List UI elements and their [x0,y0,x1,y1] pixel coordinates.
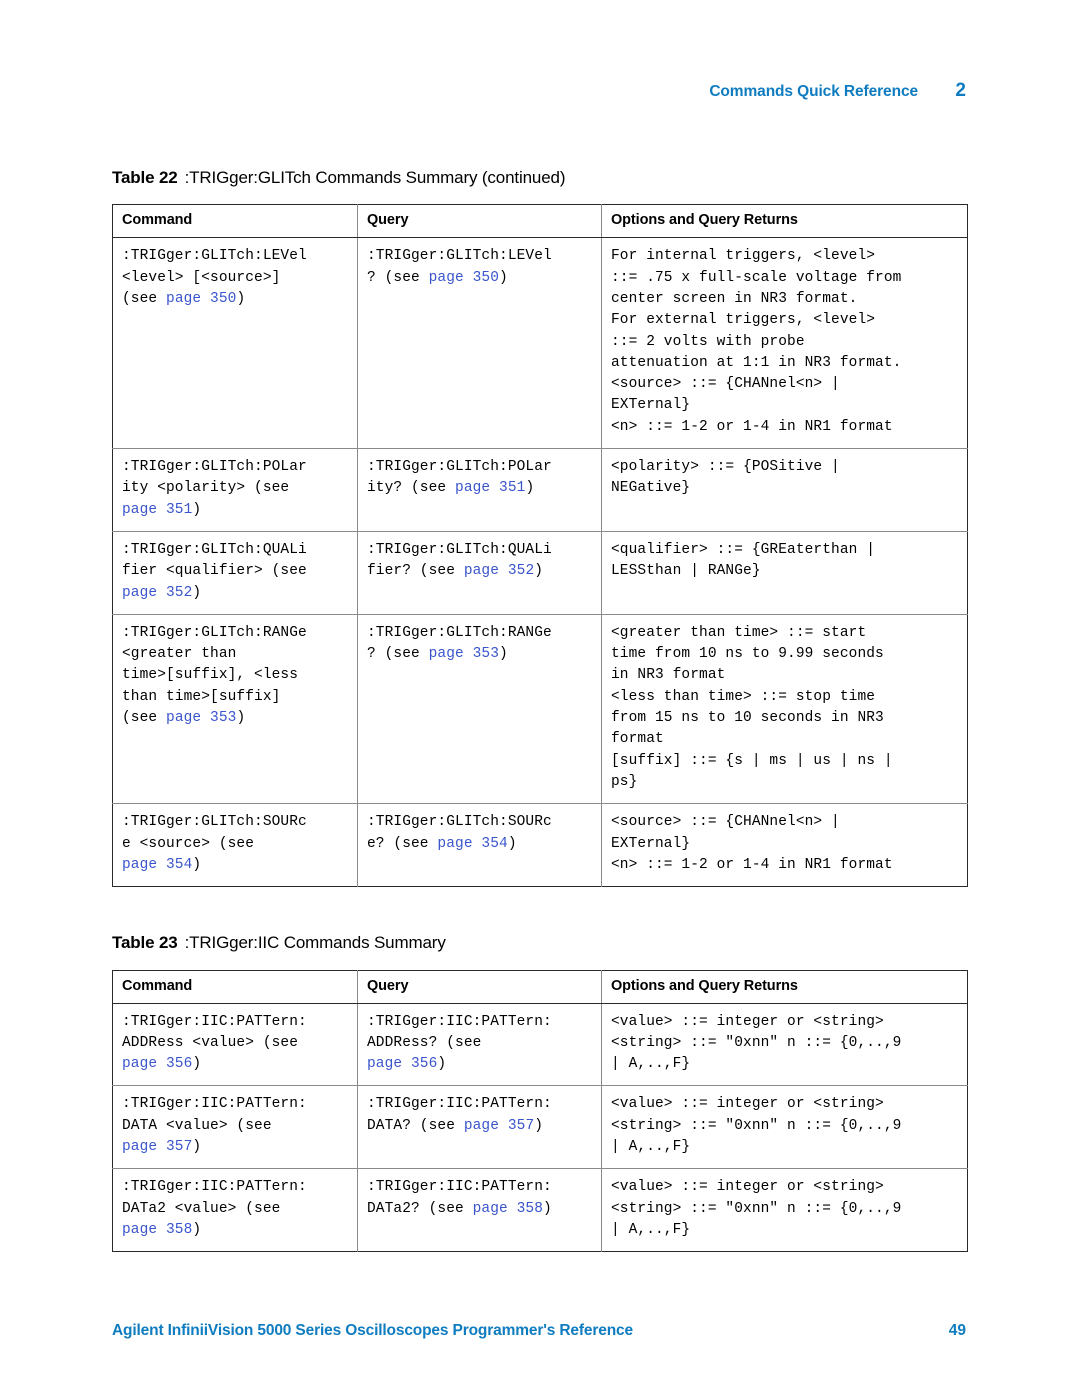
cell-command: :TRIGger:GLITch:POLar ity <polarity> (se… [112,448,358,532]
column-header-command: Command [112,204,358,239]
table-body: :TRIGger:IIC:PATTern: ADDRess <value> (s… [112,1003,968,1252]
cell-options: <qualifier> ::= {GREaterthan | LESSthan … [601,531,968,615]
page-link[interactable]: page 356 [122,1056,192,1072]
cell-options: <value> ::= integer or <string> <string>… [601,1003,968,1087]
page-link[interactable]: page 357 [122,1139,192,1155]
table-header-row: Command Query Options and Query Returns [112,204,968,239]
cell-command: :TRIGger:IIC:PATTern: ADDRess <value> (s… [112,1003,358,1087]
running-footer-title: Agilent InfiniiVision 5000 Series Oscill… [112,1322,633,1339]
table-caption: Table 23 :TRIGger:IIC Commands Summary [112,933,967,953]
trigger-glitch-commands-table: Command Query Options and Query Returns … [112,204,968,888]
page-link[interactable]: page 358 [473,1201,543,1217]
page-link[interactable]: page 352 [122,585,192,601]
table-body: :TRIGger:GLITch:LEVel <level> [<source>]… [112,237,968,887]
cell-command: :TRIGger:GLITch:SOURc e <source> (see pa… [112,803,358,887]
cell-options: <value> ::= integer or <string> <string>… [601,1085,968,1170]
cell-options: <source> ::= {CHANnel<n> | EXTernal} <n>… [611,814,893,873]
table-row: :TRIGger:GLITch:SOURc e <source> (see pa… [112,803,968,887]
table-row: :TRIGger:GLITch:LEVel <level> [<source>]… [112,237,968,450]
table-caption-text: :TRIGger:IIC Commands Summary [184,933,446,953]
table-row: :TRIGger:GLITch:POLar ity <polarity> (se… [112,448,968,532]
table-header-row: Command Query Options and Query Returns [112,970,968,1004]
document-page: Commands Quick Reference 2 Table 22 :TRIG… [0,0,1080,1397]
running-header: Commands Quick Reference 2 [112,80,966,102]
cell-options: For internal triggers, <level> ::= .75 x… [601,237,968,450]
page-link[interactable]: page 350 [429,270,499,286]
cell-query: :TRIGger:GLITch:RANGe ? (see page 353) [357,614,602,805]
table-caption: Table 22 :TRIGger:GLITch Commands Summary… [112,168,967,188]
page-link[interactable]: page 350 [166,291,236,307]
cell-options: <polarity> ::= {POSitive | NEGative} [601,448,968,532]
cell-query: :TRIGger:GLITch:LEVel ? (see page 350) [357,237,602,450]
cell-query: :TRIGger:GLITch:POLar ity? (see page 351… [357,448,602,532]
page-link[interactable]: page 358 [122,1222,192,1238]
cell-query: :TRIGger:IIC:PATTern: DATa2? (see page 3… [357,1168,602,1252]
page-link[interactable]: page 354 [122,857,192,873]
page-link[interactable]: page 357 [464,1118,534,1134]
cell-options: <greater than time> ::= start time from … [601,614,968,805]
page-link[interactable]: page 351 [455,480,525,496]
running-footer-page-number: 49 [948,1322,966,1339]
cell-query: :TRIGger:GLITch:QUALi fier? (see page 35… [357,531,602,615]
page-content: Table 22 :TRIGger:GLITch Commands Summary… [112,168,968,1253]
page-link[interactable]: page 352 [464,563,534,579]
column-header-options: Options and Query Returns [601,970,968,1004]
table-row: :TRIGger:GLITch:RANGe <greater than time… [112,614,968,805]
cell-query: :TRIGger:IIC:PATTern: DATA? (see page 35… [357,1085,602,1170]
column-header-command: Command [112,970,358,1004]
cell-command: :TRIGger:GLITch:LEVel <level> [<source>]… [112,237,358,450]
running-header-chapter-number: 2 [955,80,966,101]
page-link[interactable]: page 353 [166,710,236,726]
cell-command: :TRIGger:IIC:PATTern: DATa2 <value> (see… [112,1168,358,1252]
running-header-title: Commands Quick Reference [709,83,918,100]
trigger-iic-commands-table: Command Query Options and Query Returns … [112,969,968,1253]
cell-command: :TRIGger:GLITch:RANGe <greater than time… [112,614,358,805]
table-caption-label: Table 23 [112,933,178,953]
table-row: :TRIGger:GLITch:QUALi fier <qualifier> (… [112,531,968,615]
table-caption-label: Table 22 [112,168,178,187]
cell-command: :TRIGger:GLITch:QUALi fier <qualifier> (… [112,531,358,615]
page-link[interactable]: page 353 [429,646,499,662]
table-spacer [112,887,967,933]
page-link[interactable]: page 356 [367,1056,437,1072]
page-link[interactable]: page 351 [122,502,192,518]
cell-query: :TRIGger:IIC:PATTern: ADDRess? (see page… [357,1003,602,1087]
column-header-query: Query [357,970,602,1004]
table-row: :TRIGger:IIC:PATTern: DATA <value> (see … [112,1085,968,1170]
table-row: :TRIGger:IIC:PATTern: ADDRess <value> (s… [112,1003,968,1087]
cell-command: :TRIGger:IIC:PATTern: DATA <value> (see … [112,1085,358,1170]
table-caption-text: :TRIGger:GLITch Commands Summary (contin… [184,168,566,187]
cell-query: :TRIGger:GLITch:SOURc e? (see page 354) [357,803,602,887]
column-header-query: Query [357,204,602,239]
table-row: :TRIGger:IIC:PATTern: DATa2 <value> (see… [112,1168,968,1252]
cell-options: <value> ::= integer or <string> <string>… [611,1179,902,1238]
running-footer: Agilent InfiniiVision 5000 Series Oscill… [112,1322,966,1340]
column-header-options: Options and Query Returns [601,204,968,239]
page-link[interactable]: page 354 [437,836,507,852]
